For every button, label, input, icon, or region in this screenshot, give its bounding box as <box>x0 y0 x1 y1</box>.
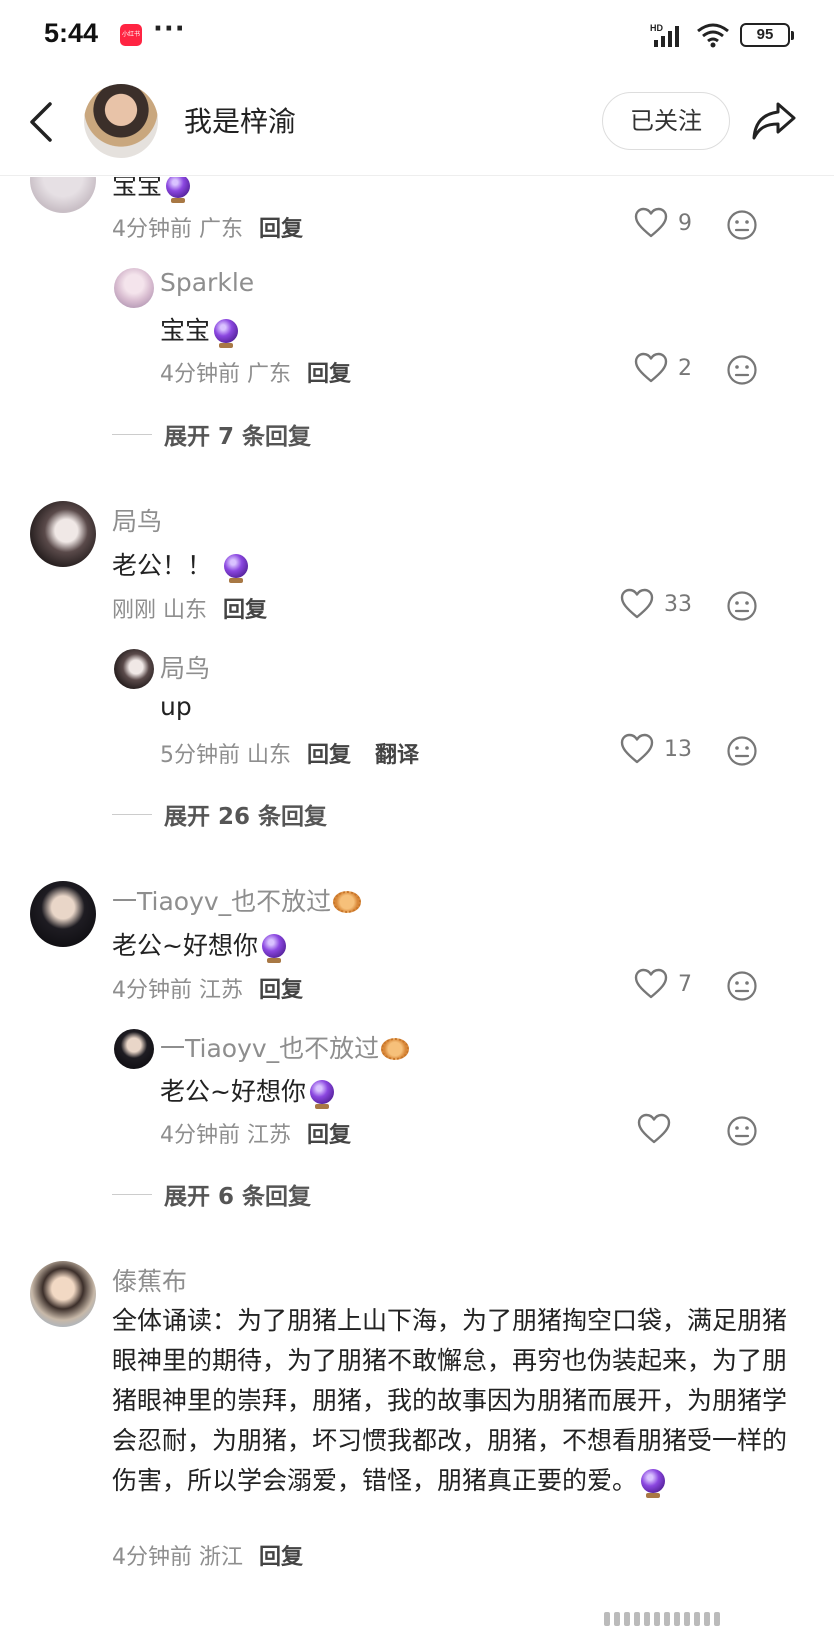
reply-button[interactable]: 回复 <box>307 362 351 387</box>
reply-text: 老公~好想你 <box>160 1072 334 1109</box>
reply-author-name[interactable]: Sparkle <box>160 268 254 297</box>
heart-outline-icon <box>620 588 654 619</box>
reply-avatar[interactable] <box>114 268 154 308</box>
comment-list: 宝宝 4分钟前 广东 回复 9 Sparkle 宝宝 4分钟前 广东 回复 2 展开… <box>0 177 834 1638</box>
heart-outline-icon <box>634 968 668 999</box>
reply-button[interactable]: 回复 <box>259 217 303 242</box>
comment-author-name[interactable]: 局鸟 <box>112 502 162 538</box>
comment-avatar[interactable] <box>30 1261 96 1327</box>
signal-icon: HD <box>650 23 679 47</box>
like-count: 13 <box>664 736 692 762</box>
expand-replies-button[interactable]: 展开 7 条回复 <box>112 417 311 451</box>
reply-author-name[interactable]: 局鸟 <box>160 649 210 685</box>
comment-meta: 4分钟前 江苏 回复 <box>112 978 304 1003</box>
svg-text:HD: HD <box>650 23 663 33</box>
crystal-ball-emoji <box>309 1080 334 1109</box>
battery-indicator: 95 <box>740 23 794 47</box>
comment-avatar[interactable] <box>30 177 96 213</box>
neutral-face-icon[interactable] <box>726 970 758 1002</box>
like-button[interactable]: 2 <box>634 352 692 384</box>
neutral-face-icon[interactable] <box>726 1115 758 1147</box>
reply-button[interactable]: 回复 <box>307 1123 351 1148</box>
divider <box>112 433 152 435</box>
crystal-ball-emoji <box>641 1469 666 1498</box>
crystal-ball-emoji <box>166 177 191 203</box>
expand-replies-button[interactable]: 展开 6 条回复 <box>112 1177 311 1211</box>
like-button[interactable]: 13 <box>620 733 692 765</box>
like-button[interactable] <box>637 1113 681 1145</box>
status-bar: 5:44 小红书 ··· HD 95 <box>0 0 834 72</box>
reply-meta: 4分钟前 广东 回复 <box>160 362 352 387</box>
heart-outline-icon <box>634 352 668 383</box>
like-count: 2 <box>678 355 692 381</box>
wifi-icon <box>697 23 729 48</box>
heart-outline-icon <box>620 733 654 764</box>
pufferfish-emoji <box>381 1038 410 1060</box>
author-avatar[interactable] <box>84 84 158 158</box>
expand-replies-button[interactable]: 展开 26 条回复 <box>112 797 327 831</box>
system-icons: HD 95 <box>650 22 794 48</box>
reply-author-name[interactable]: 一Tiaoyv_也不放过 <box>160 1029 410 1065</box>
like-count: 9 <box>678 210 692 236</box>
like-count: 33 <box>664 591 692 617</box>
chevron-left-icon[interactable] <box>26 100 56 144</box>
comment-meta: 4分钟前 浙江 回复 <box>112 1545 304 1570</box>
status-time: 5:44 <box>44 18 99 48</box>
neutral-face-icon[interactable] <box>726 590 758 622</box>
comment-text: 宝宝 <box>112 177 191 203</box>
like-button[interactable]: 33 <box>620 588 692 620</box>
neutral-face-icon[interactable] <box>726 209 758 241</box>
like-count: 7 <box>678 971 692 997</box>
reply-button[interactable]: 回复 <box>259 1545 303 1570</box>
crystal-ball-emoji <box>223 554 248 583</box>
reply-text: up <box>160 692 192 721</box>
comment-text: 老公~好想你 <box>112 926 286 963</box>
reply-avatar[interactable] <box>114 1029 154 1069</box>
reply-avatar[interactable] <box>114 649 154 689</box>
crystal-ball-emoji <box>214 319 239 348</box>
share-arrow-icon[interactable] <box>750 98 798 142</box>
like-button[interactable]: 7 <box>634 968 692 1000</box>
follow-button[interactable]: 已关注 <box>602 92 730 150</box>
divider <box>112 1193 152 1195</box>
like-button[interactable]: 9 <box>634 207 692 239</box>
gesture-bar-icon <box>604 1612 744 1626</box>
reply-button[interactable]: 回复 <box>259 978 303 1003</box>
neutral-face-icon[interactable] <box>726 354 758 386</box>
comment-author-name[interactable]: 傣蕉布 <box>112 1262 187 1298</box>
more-notifications-icon: ··· <box>153 14 186 44</box>
app-notification-icon: 小红书 <box>120 24 142 46</box>
reply-text: 宝宝 <box>160 311 239 348</box>
heart-outline-icon <box>637 1113 671 1144</box>
top-nav-bar: 我是梓渝 已关注 <box>0 72 834 176</box>
comment-avatar[interactable] <box>30 501 96 567</box>
comment-text: 老公！！ <box>112 546 248 583</box>
divider <box>112 813 152 815</box>
comment-author-name[interactable]: 一Tiaoyv_也不放过 <box>112 882 362 918</box>
reply-button[interactable]: 回复 <box>307 743 351 768</box>
author-name[interactable]: 我是梓渝 <box>184 100 296 140</box>
comment-avatar[interactable] <box>30 881 96 947</box>
heart-outline-icon <box>634 207 668 238</box>
pufferfish-emoji <box>333 891 362 913</box>
reply-meta: 5分钟前 山东 回复 翻译 <box>160 743 420 768</box>
comment-text: 全体诵读：为了朋猪上山下海，为了朋猪掏空口袋，满足朋猪眼神里的期待，为了朋猪不敢… <box>112 1306 788 1498</box>
neutral-face-icon[interactable] <box>726 735 758 767</box>
comment-meta: 刚刚 山东 回复 <box>112 598 268 623</box>
translate-button[interactable]: 翻译 <box>375 743 419 768</box>
reply-meta: 4分钟前 江苏 回复 <box>160 1123 352 1148</box>
crystal-ball-emoji <box>261 934 286 963</box>
comment-meta: 4分钟前 广东 回复 <box>112 217 304 242</box>
reply-button[interactable]: 回复 <box>223 598 267 623</box>
